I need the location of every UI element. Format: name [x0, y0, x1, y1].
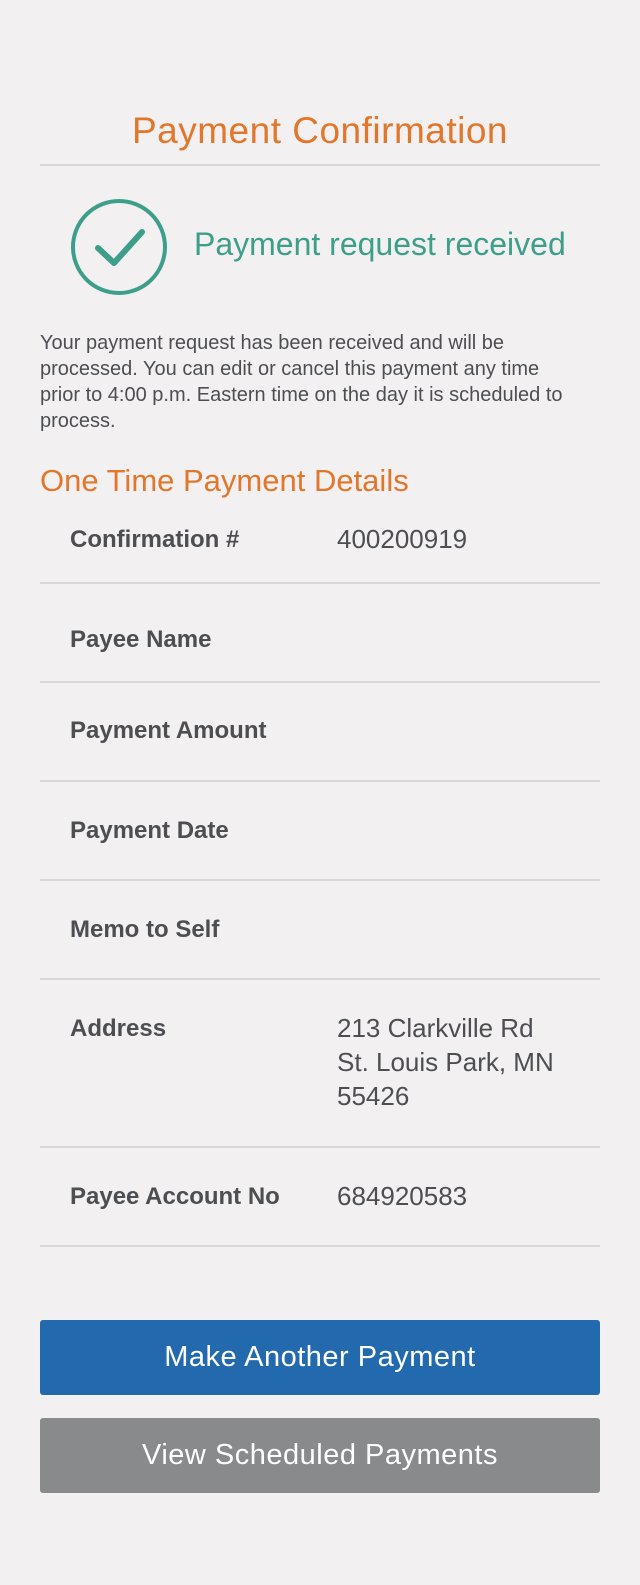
check-circle-icon [71, 199, 167, 295]
detail-label: Memo to Self [70, 916, 220, 943]
title-divider [40, 164, 600, 166]
make-another-payment-button[interactable]: Make Another Payment [40, 1320, 600, 1395]
detail-label: Address [70, 1015, 167, 1042]
status-message: Payment request received [194, 226, 566, 262]
detail-row-payee-account: Payee Account No 684920583 [40, 1148, 600, 1247]
detail-value: 684920583 [337, 1181, 468, 1211]
detail-label: Payment Date [70, 817, 229, 844]
detail-row-payee-name: Payee Name [40, 584, 600, 683]
detail-value: 213 Clarkville Rd St. Louis Park, MN 554… [337, 1011, 592, 1113]
address-line: 55426 [337, 1081, 410, 1111]
section-title: One Time Payment Details [40, 463, 409, 498]
detail-label: Payee Name [70, 626, 212, 653]
status-banner: Payment request received [70, 198, 600, 296]
address-line: 213 Clarkville Rd [337, 1013, 534, 1043]
detail-value: 400200919 [337, 524, 468, 554]
view-scheduled-payments-button[interactable]: View Scheduled Payments [40, 1418, 600, 1493]
payment-details-list: Confirmation # 400200919 Payee Name Paym… [40, 508, 600, 1247]
page-title: Payment Confirmation [131, 110, 509, 151]
detail-row-payment-date: Payment Date [40, 782, 600, 881]
detail-row-confirmation-number: Confirmation # 400200919 [40, 508, 600, 584]
detail-row-memo: Memo to Self [40, 881, 600, 980]
confirmation-description: Your payment request has been received a… [40, 332, 563, 432]
detail-label: Payee Account No [70, 1183, 280, 1210]
detail-row-address: Address 213 Clarkville Rd St. Louis Park… [40, 980, 600, 1148]
detail-row-payment-amount: Payment Amount [40, 683, 600, 782]
detail-label: Payment Amount [70, 717, 267, 744]
address-line: St. Louis Park, MN [337, 1047, 554, 1077]
detail-label: Confirmation # [70, 526, 240, 553]
